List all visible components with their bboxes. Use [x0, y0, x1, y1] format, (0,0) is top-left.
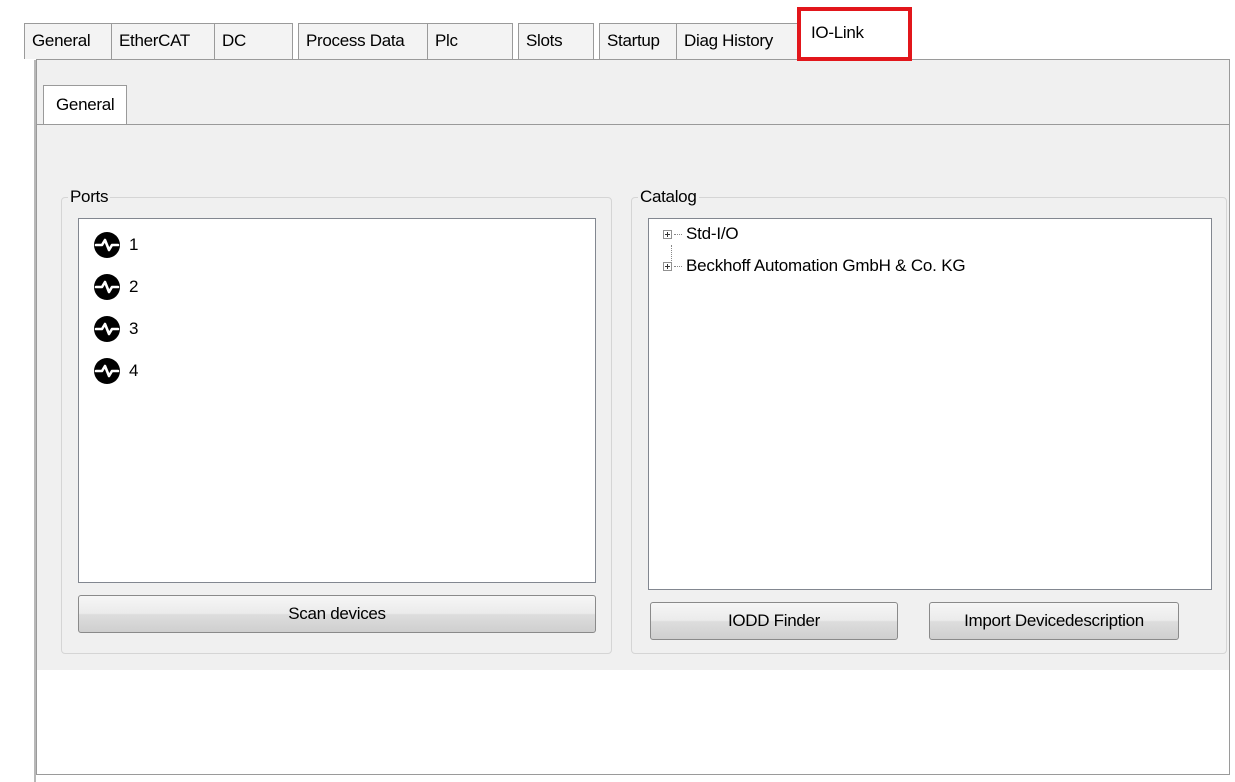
tab-process-data[interactable]: Process Data — [298, 23, 428, 59]
ports-list[interactable]: 1 2 3 4 — [78, 218, 596, 583]
port-label: 4 — [129, 361, 139, 380]
io-link-port-icon — [94, 358, 120, 384]
tab-ethercat[interactable]: EtherCAT — [111, 23, 215, 59]
tab-io-link[interactable]: IO-Link — [797, 7, 912, 61]
tab-slots[interactable]: Slots — [518, 23, 594, 59]
port-label: 2 — [129, 277, 139, 296]
tab-label: DC — [222, 31, 246, 50]
port-item-4[interactable]: 4 — [93, 356, 138, 386]
catalog-group: Catalog Std-I/O Beckhoff Automation GmbH… — [631, 187, 1227, 654]
lower-blank-area — [37, 670, 1229, 770]
ports-group-label: Ports — [68, 187, 111, 207]
catalog-tree[interactable]: Std-I/O Beckhoff Automation GmbH & Co. K… — [648, 218, 1212, 590]
left-edge — [0, 60, 36, 782]
tab-diag-history[interactable]: Diag History — [676, 23, 800, 59]
tab-general[interactable]: General — [24, 23, 112, 59]
tree-node-beckhoff[interactable]: Beckhoff Automation GmbH & Co. KG — [663, 255, 966, 277]
expand-icon[interactable] — [663, 229, 672, 239]
tab-plc[interactable]: Plc — [427, 23, 513, 59]
ports-group: Ports 1 2 3 4 Scan devices — [61, 187, 612, 654]
catalog-group-label: Catalog — [638, 187, 699, 207]
expand-icon[interactable] — [663, 261, 672, 271]
tab-label: IO-Link — [811, 23, 864, 42]
tab-label: Process Data — [306, 31, 405, 50]
port-item-2[interactable]: 2 — [93, 272, 138, 302]
tree-line — [674, 233, 682, 235]
tab-label: Diag History — [684, 31, 773, 50]
tree-node-label: Std-I/O — [686, 224, 739, 243]
subtab-label: General — [56, 95, 115, 114]
port-item-1[interactable]: 1 — [93, 230, 138, 260]
general-subpanel: Ports 1 2 3 4 Scan devices Catalog Std-I… — [37, 124, 1229, 770]
tab-label: EtherCAT — [119, 31, 190, 50]
io-link-port-icon — [94, 316, 120, 342]
tree-line — [674, 265, 682, 267]
iodd-finder-button[interactable]: IODD Finder — [650, 602, 898, 640]
tab-label: Plc — [435, 31, 458, 50]
tree-node-label: Beckhoff Automation GmbH & Co. KG — [686, 256, 966, 275]
tab-label: Slots — [526, 31, 563, 50]
io-link-port-icon — [94, 232, 120, 258]
main-tab-strip: General EtherCAT DC Process Data Plc Slo… — [0, 0, 1235, 61]
io-link-panel: General Ports 1 2 3 4 Scan devices Catal… — [36, 59, 1230, 775]
tab-label: Startup — [607, 31, 660, 50]
tree-node-std-io[interactable]: Std-I/O — [663, 223, 739, 245]
tab-dc[interactable]: DC — [214, 23, 293, 59]
scan-devices-button[interactable]: Scan devices — [78, 595, 596, 633]
tab-startup[interactable]: Startup — [599, 23, 677, 59]
subtab-general[interactable]: General — [43, 85, 128, 124]
port-item-3[interactable]: 3 — [93, 314, 138, 344]
port-label: 1 — [129, 235, 139, 254]
io-link-port-icon — [94, 274, 120, 300]
port-label: 3 — [129, 319, 139, 338]
tab-label: General — [32, 31, 91, 50]
import-devicedescription-button[interactable]: Import Devicedescription — [929, 602, 1179, 640]
